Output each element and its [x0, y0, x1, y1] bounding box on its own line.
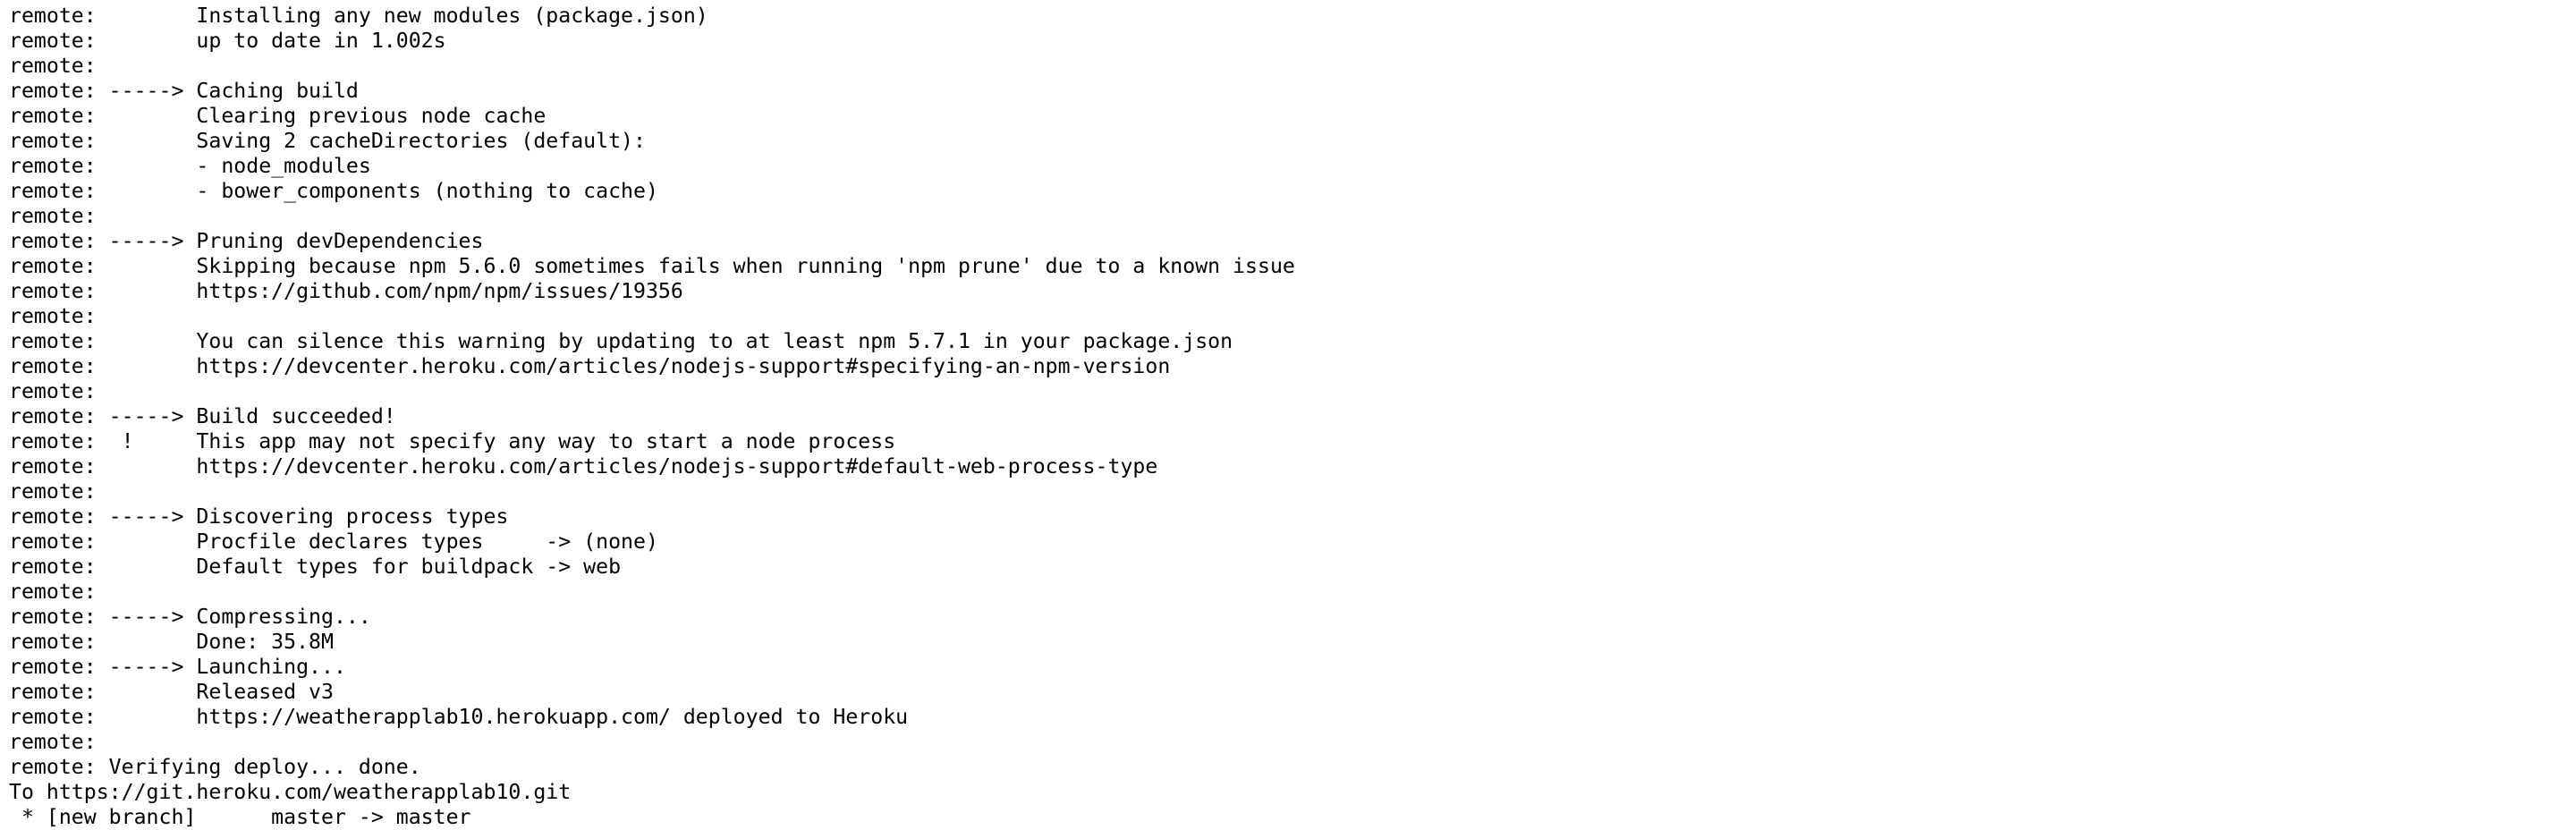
- terminal-line: remote:: [9, 54, 97, 78]
- terminal-line: remote:: [9, 580, 97, 604]
- terminal-line: remote:: [9, 479, 97, 504]
- terminal-line: remote: -----> Caching build: [9, 79, 359, 103]
- terminal-line: remote: Installing any new modules (pack…: [9, 4, 708, 28]
- terminal-line: remote: https://github.com/npm/npm/issue…: [9, 279, 683, 303]
- terminal-line: remote: - bower_components (nothing to c…: [9, 179, 658, 203]
- terminal-line: * [new branch] master -> master: [9, 805, 471, 829]
- terminal-line: To https://git.heroku.com/weatherapplab1…: [9, 780, 572, 804]
- terminal-line: remote: Verifying deploy... done.: [9, 755, 421, 779]
- terminal-line: remote:: [9, 730, 97, 754]
- terminal-line: remote: -----> Pruning devDependencies: [9, 229, 484, 253]
- terminal-line: remote: Clearing previous node cache: [9, 104, 547, 128]
- terminal-line: remote: -----> Discovering process types: [9, 504, 509, 529]
- terminal-line: remote: Procfile declares types -> (none…: [9, 529, 658, 554]
- terminal-line: remote: You can silence this warning by …: [9, 329, 1233, 353]
- terminal-output[interactable]: remote: Installing any new modules (pack…: [0, 0, 2576, 830]
- terminal-line: remote: ! This app may not specify any w…: [9, 429, 896, 453]
- terminal-line: remote:: [9, 379, 97, 403]
- terminal-line: remote:: [9, 304, 97, 328]
- terminal-line: remote: Done: 35.8M: [9, 630, 334, 654]
- terminal-line: remote: Default types for buildpack -> w…: [9, 555, 622, 579]
- terminal-line: remote: -----> Launching...: [9, 655, 346, 679]
- terminal-line: remote: -----> Compressing...: [9, 605, 371, 629]
- terminal-line: remote: -----> Build succeeded!: [9, 404, 396, 428]
- terminal-line: remote: Saving 2 cacheDirectories (defau…: [9, 129, 646, 153]
- terminal-line: remote: https://devcenter.heroku.com/art…: [9, 454, 1158, 479]
- terminal-line: remote: up to date in 1.002s: [9, 29, 446, 53]
- terminal-line: remote: https://devcenter.heroku.com/art…: [9, 354, 1171, 378]
- terminal-line: remote: Skipping because npm 5.6.0 somet…: [9, 254, 1295, 278]
- terminal-line: remote:: [9, 204, 97, 228]
- terminal-line: remote: - node_modules: [9, 154, 371, 178]
- terminal-line: remote: https://weatherapplab10.herokuap…: [9, 705, 909, 729]
- terminal-line: remote: Released v3: [9, 680, 334, 704]
